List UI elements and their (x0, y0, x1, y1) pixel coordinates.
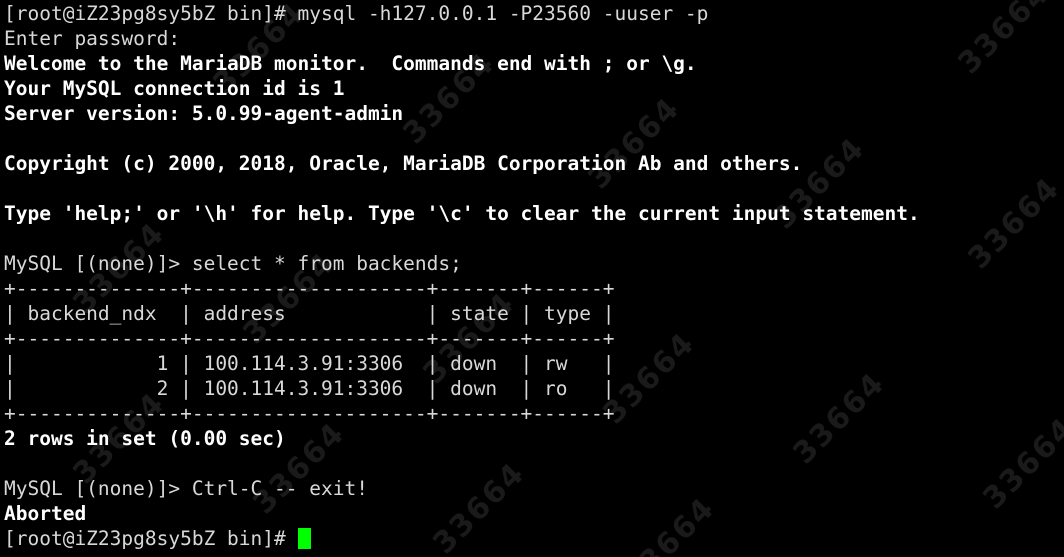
line-blank-2 (4, 176, 1064, 201)
line-table-top: +--------------+--------------------+---… (4, 277, 615, 300)
line-final-prompt: [root@iZ23pg8sy5bZ bin]# (4, 526, 1064, 551)
line-rows-in-set: 2 rows in set (0.00 sec) (4, 427, 286, 450)
line-final-prompt-text: [root@iZ23pg8sy5bZ bin]# (4, 527, 298, 550)
line-connection-id: Your MySQL connection id is 1 (4, 77, 345, 100)
line-table-row-1: | 1 | 100.114.3.91:3306 | down | rw | (4, 352, 615, 375)
line-aborted: Aborted (4, 502, 87, 525)
terminal-window[interactable]: 33664 33664 33664 33664 33664 33664 33664 33664… (0, 0, 1064, 557)
terminal-screen[interactable]: [root@iZ23pg8sy5bZ bin]# mysql -h127.0.0… (0, 0, 1064, 551)
line-welcome: Welcome to the MariaDB monitor. Commands… (4, 52, 697, 75)
line-table-sep: +--------------+--------------------+---… (4, 327, 615, 350)
line-help-hint: Type 'help;' or '\h' for help. Type '\c'… (4, 202, 920, 225)
line-query: MySQL [(none)]> select * from backends; (4, 252, 462, 275)
line-copyright: Copyright (c) 2000, 2018, Oracle, MariaD… (4, 152, 803, 175)
line-shell-command: [root@iZ23pg8sy5bZ bin]# mysql -h127.0.0… (4, 2, 709, 25)
line-password-prompt: Enter password: (4, 27, 181, 50)
line-table-header: | backend_ndx | address | state | type | (4, 302, 615, 325)
line-table-row-2: | 2 | 100.114.3.91:3306 | down | ro | (4, 377, 615, 400)
line-table-bottom: +--------------+--------------------+---… (4, 402, 615, 425)
line-blank-4 (4, 451, 1064, 476)
line-server-version: Server version: 5.0.99-agent-admin (4, 102, 404, 125)
line-blank-3 (4, 226, 1064, 251)
line-blank-1 (4, 126, 1064, 151)
line-exit: MySQL [(none)]> Ctrl-C -- exit! (4, 477, 368, 500)
text-cursor[interactable] (297, 528, 311, 549)
